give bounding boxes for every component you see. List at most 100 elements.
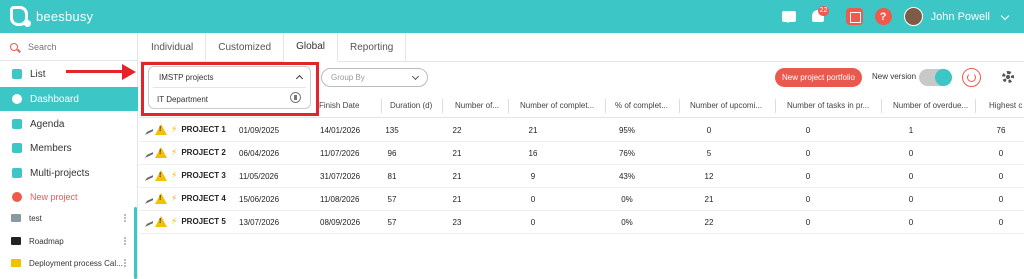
sidebar-scrollbar[interactable] <box>134 207 137 279</box>
table-cell-start: 06/04/2026 <box>239 149 280 158</box>
column-separator[interactable] <box>881 99 882 113</box>
column-header[interactable]: Highest c <box>989 101 1022 110</box>
app-logo[interactable]: beesbusy <box>10 6 94 27</box>
column-header[interactable]: Number of upcomi... <box>690 101 762 110</box>
group-by-select[interactable]: Group By <box>321 68 428 87</box>
column-header[interactable]: Finish Date <box>319 101 359 110</box>
table-cell-duration: 57 <box>387 195 397 204</box>
table-row[interactable]: ⚡PROJECT 4 15/06/2026 11/08/2026 57 21 0 0% 21 0… <box>139 188 1024 211</box>
column-separator[interactable] <box>508 99 509 113</box>
folder-label: test <box>29 213 42 223</box>
table-header: Finish Date Duration (d) Number of... Nu… <box>139 94 1024 118</box>
tab-reporting[interactable]: Reporting <box>338 33 407 62</box>
chevron-up-icon[interactable] <box>295 74 304 83</box>
table-cell-completed: 0 <box>530 195 536 204</box>
table-row[interactable]: ⚡PROJECT 2 06/04/2026 11/07/2026 96 21 16 76% 5… <box>139 142 1024 165</box>
column-header[interactable]: Number of overdue... <box>893 101 968 110</box>
tab-individual[interactable]: Individual <box>139 33 207 62</box>
project-name[interactable]: PROJECT 4 <box>181 194 225 203</box>
bolt-icon: ⚡ <box>171 147 178 157</box>
avatar[interactable] <box>903 7 923 26</box>
dropdown-divider <box>153 87 306 88</box>
column-separator[interactable] <box>605 99 606 113</box>
share-icon[interactable] <box>145 147 153 158</box>
column-header[interactable]: Number of tasks in pr... <box>787 101 869 110</box>
annotation-arrow-head <box>122 64 136 80</box>
briefcase-icon <box>11 259 21 267</box>
sidebar-item-agenda[interactable]: Agenda <box>0 112 138 136</box>
user-name[interactable]: John Powell <box>931 11 990 23</box>
help-icon[interactable]: ? <box>874 8 892 25</box>
sidebar-item-dashboard[interactable]: Dashboard <box>0 87 138 111</box>
table-cell-finish: 14/01/2026 <box>320 126 361 135</box>
table-row[interactable]: ⚡PROJECT 5 13/07/2026 08/09/2026 57 23 0 0% 22 0… <box>139 211 1024 234</box>
sidebar-item-list[interactable]: List <box>0 62 138 86</box>
search-input[interactable] <box>28 42 128 52</box>
members-icon <box>12 143 22 153</box>
sidebar-item-multi-projects[interactable]: Multi-projects <box>0 161 138 185</box>
row-icons: ⚡PROJECT 1 <box>145 124 226 135</box>
briefcase-icon <box>11 237 21 245</box>
new-version-toggle[interactable] <box>919 69 952 86</box>
column-header[interactable]: Number of... <box>455 101 499 110</box>
table-row[interactable]: ⚡PROJECT 3 11/05/2026 31/07/2026 81 21 9 43% 12… <box>139 165 1024 188</box>
notifications-button[interactable]: 22 <box>811 5 830 24</box>
column-separator[interactable] <box>775 99 776 113</box>
row-icons: ⚡PROJECT 3 <box>145 170 226 181</box>
beesbusy-logo-icon <box>10 6 31 27</box>
sidebar-item-members[interactable]: Members <box>0 136 138 160</box>
table-cell-overdue: 0 <box>908 172 914 181</box>
chevron-down-icon <box>411 72 420 81</box>
share-icon[interactable] <box>145 216 153 227</box>
table-cell-highest: 0 <box>998 172 1004 181</box>
sidebar-item-label: Multi-projects <box>30 167 90 179</box>
gear-icon[interactable] <box>1002 71 1014 83</box>
new-project-portfolio-button[interactable]: New project portfolio <box>775 68 862 87</box>
more-options-icon[interactable] <box>124 237 126 245</box>
table-cell-overdue: 0 <box>908 149 914 158</box>
share-icon[interactable] <box>145 193 153 204</box>
column-separator[interactable] <box>679 99 680 113</box>
project-name[interactable]: PROJECT 3 <box>181 171 225 180</box>
share-icon[interactable] <box>145 170 153 181</box>
table-cell-finish: 08/09/2026 <box>320 218 361 227</box>
sidebar-folder-test[interactable]: test <box>0 207 132 229</box>
table-cell-upcoming: 0 <box>706 126 712 135</box>
more-options-icon[interactable] <box>124 259 126 267</box>
share-icon[interactable] <box>145 124 153 135</box>
table-row[interactable]: ⚡PROJECT 1 01/09/2025 14/01/2026 135 22 21 95%… <box>139 119 1024 142</box>
tab-global[interactable]: Global <box>284 33 338 62</box>
refresh-icon[interactable] <box>962 68 981 87</box>
table-cell-in-progress: 0 <box>805 149 811 158</box>
column-separator[interactable] <box>442 99 443 113</box>
table-cell-start: 11/05/2026 <box>239 172 279 181</box>
table-cell-start: 15/06/2026 <box>239 195 280 204</box>
table-cell-duration: 57 <box>387 218 397 227</box>
notification-count-badge: 22 <box>817 5 830 16</box>
column-header[interactable]: Number of complet... <box>520 101 594 110</box>
logo-text: beesbusy <box>36 8 94 24</box>
column-separator[interactable] <box>381 99 382 113</box>
column-separator[interactable] <box>975 99 976 113</box>
top-bar: beesbusy 22 ? John Powell <box>0 0 1024 33</box>
table-cell-start: 13/07/2026 <box>239 218 280 227</box>
new-project-button[interactable]: New project <box>0 185 138 209</box>
table-cell-overdue: 1 <box>908 126 914 135</box>
table-cell-completed: 16 <box>528 149 538 158</box>
column-header[interactable]: Duration (d) <box>390 101 432 110</box>
column-header[interactable]: % of complet... <box>615 101 668 110</box>
sidebar-folder-roadmap[interactable]: Roadmap <box>0 230 132 252</box>
more-options-icon[interactable] <box>124 214 126 222</box>
table-cell-highest: 0 <box>998 195 1004 204</box>
sidebar-search <box>10 42 128 52</box>
project-name[interactable]: PROJECT 2 <box>181 148 225 157</box>
calendar-icon <box>12 119 22 129</box>
fullscreen-icon[interactable] <box>845 8 863 25</box>
project-name[interactable]: PROJECT 1 <box>181 125 225 134</box>
chat-icon[interactable] <box>781 11 796 23</box>
tab-customized[interactable]: Customized <box>206 33 285 62</box>
sidebar-folder-deployment[interactable]: Deployment process Cal... <box>0 252 132 274</box>
row-icons: ⚡PROJECT 4 <box>145 193 226 204</box>
table-cell-start: 01/09/2025 <box>239 126 280 135</box>
project-name[interactable]: PROJECT 5 <box>181 217 225 226</box>
